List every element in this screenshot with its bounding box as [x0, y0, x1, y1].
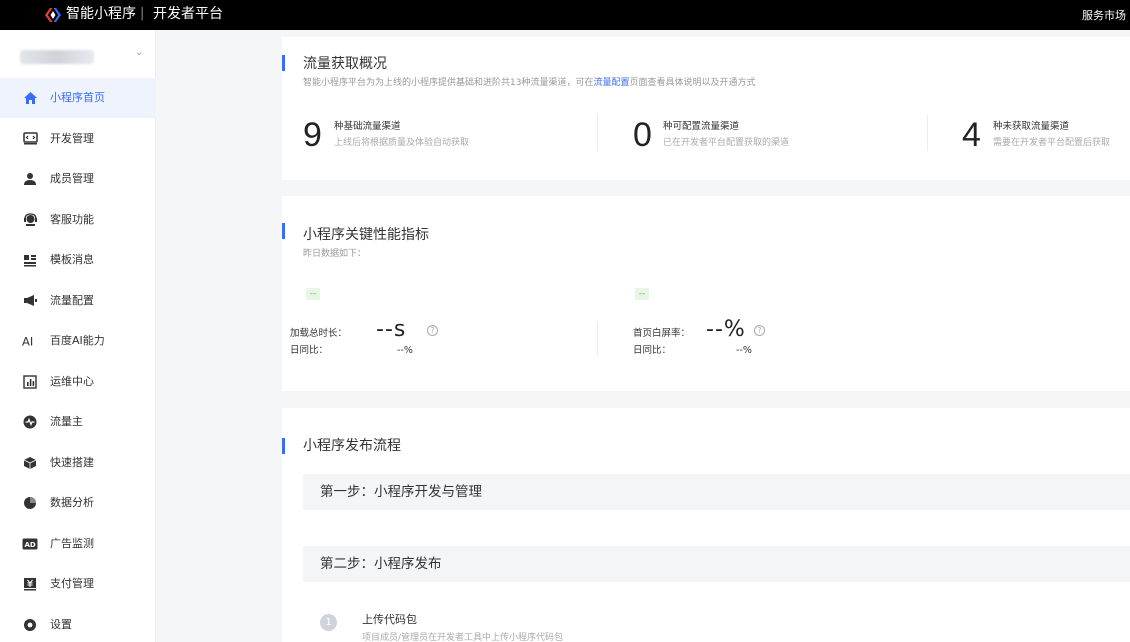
performance-title: 小程序关键性能指标	[303, 227, 429, 243]
sidebar-item-2[interactable]: 成员管理	[0, 159, 156, 199]
load-time-tag: --	[306, 288, 320, 300]
stat-divider	[597, 115, 598, 151]
sidebar-item-label: 流量主	[50, 415, 83, 428]
basic-channel-count: 9	[303, 116, 322, 154]
sidebar-item-label: 快速搭建	[50, 455, 94, 469]
sidebar-item-13[interactable]: 设置	[0, 605, 156, 642]
sidebar-item-3[interactable]: 客服功能	[0, 200, 156, 240]
svg-text:AD: AD	[25, 541, 36, 549]
load-time-label: 加载总时长：	[290, 328, 348, 339]
unobtained-channel-desc: 需要在开发者平台配置后获取	[993, 138, 1111, 148]
white-screen-value: --%	[706, 317, 746, 342]
smart-program-logo-icon[interactable]	[44, 7, 62, 23]
basic-channel-desc: 上线后将根据质量及体验自动获取	[334, 138, 470, 148]
configurable-channel-title: 种可配置流量渠道	[663, 121, 740, 132]
sidebar-item-9[interactable]: 快速搭建	[0, 443, 156, 483]
performance-card: 小程序关键性能指标 昨日数据如下： -- 加载总时长： --s ? 日同比： -…	[282, 196, 1130, 391]
stat-divider	[927, 115, 928, 151]
chevron-down-icon[interactable]: ⌄	[135, 47, 143, 58]
template-icon	[22, 252, 38, 268]
app-switcher[interactable]: ⌄	[0, 44, 156, 74]
sidebar-item-label: 支付管理	[50, 577, 94, 590]
brand-name[interactable]: 智能小程序	[66, 5, 136, 23]
pulse-icon	[22, 414, 38, 430]
sidebar-item-label: 流量配置	[50, 293, 94, 307]
white-screen-dod-value: --%	[736, 345, 752, 356]
sidebar: ⌄ 小程序首页开发管理成员管理客服功能模板消息流量配置 AI 百度AI能力 运维中心流…	[0, 30, 156, 642]
white-screen-label: 首页白屏率：	[633, 328, 691, 339]
service-market-link[interactable]: 服务市场	[1082, 7, 1126, 23]
performance-desc: 昨日数据如下：	[303, 249, 367, 259]
sidebar-item-label: 开发管理	[50, 131, 94, 145]
pie-icon	[22, 495, 38, 511]
load-time-value: --s	[376, 317, 407, 342]
upload-code-desc: 项目成员/管理员在开发者工具中上传小程序代码包	[362, 633, 564, 642]
white-screen-tag: --	[635, 288, 649, 300]
sidebar-item-1[interactable]: 开发管理	[0, 119, 156, 159]
payment-icon	[22, 576, 38, 592]
chart-icon	[22, 374, 38, 390]
configurable-channel-desc: 已在开发者平台配置获取的渠道	[663, 138, 790, 148]
sidebar-item-7[interactable]: 运维中心	[0, 362, 156, 402]
sidebar-item-4[interactable]: 模板消息	[0, 240, 156, 280]
unobtained-channel-count: 4	[962, 116, 981, 154]
unobtained-channel-title: 种未获取流量渠道	[993, 121, 1070, 132]
card-accent-bar	[282, 55, 285, 71]
code-icon	[22, 131, 38, 147]
step-one-panel[interactable]: 第一步：小程序开发与管理	[303, 474, 1130, 510]
sidebar-item-label: 模板消息	[50, 253, 94, 266]
home-icon	[22, 90, 38, 106]
step-two-label: 第二步：小程序发布	[320, 556, 442, 572]
sidebar-item-label: 小程序首页	[50, 91, 105, 104]
sidebar-item-label: 设置	[50, 617, 72, 631]
help-icon[interactable]: ?	[427, 325, 438, 336]
ai-icon: AI	[22, 333, 38, 349]
white-screen-dod-label: 日同比：	[633, 345, 672, 356]
card-accent-bar	[282, 223, 285, 239]
cube-icon	[22, 455, 38, 471]
step-one-label: 第一步：小程序开发与管理	[320, 484, 482, 500]
traffic-overview-card: 流量获取概况 智能小程序平台为为上线的小程序提供基础和进阶共13种流量渠道，可在…	[282, 37, 1130, 180]
traffic-overview-title: 流量获取概况	[303, 56, 387, 72]
sidebar-item-11[interactable]: AD 广告监测	[0, 524, 156, 564]
sub-step-number: 1	[320, 614, 337, 631]
top-bar: 智能小程序 | 开发者平台 服务市场	[0, 0, 1130, 30]
user-icon	[22, 171, 38, 187]
sidebar-item-0[interactable]: 小程序首页	[0, 78, 156, 118]
metric-divider	[597, 323, 598, 356]
sidebar-item-6[interactable]: AI 百度AI能力	[0, 321, 156, 361]
megaphone-icon	[22, 293, 38, 309]
load-time-dod-value: --%	[397, 345, 413, 356]
platform-name: 开发者平台	[153, 6, 223, 22]
sidebar-item-10[interactable]: 数据分析	[0, 483, 156, 523]
brand-separator: |	[140, 6, 145, 21]
basic-channel-title: 种基础流量渠道	[334, 121, 401, 132]
sidebar-item-label: 成员管理	[50, 172, 94, 185]
upload-code-title: 上传代码包	[362, 613, 417, 626]
svg-text:AI: AI	[22, 334, 33, 348]
load-time-dod-label: 日同比：	[290, 345, 329, 356]
publish-flow-card: 小程序发布流程 第一步：小程序开发与管理 第二步：小程序发布 1 上传代码包 项…	[282, 408, 1130, 642]
sidebar-item-label: 数据分析	[50, 496, 94, 509]
traffic-overview-desc: 智能小程序平台为为上线的小程序提供基础和进阶共13种流量渠道，可在流量配置页面查…	[303, 78, 756, 88]
app-name-redacted	[20, 50, 94, 64]
traffic-config-link[interactable]: 流量配置	[593, 78, 629, 88]
publish-flow-title: 小程序发布流程	[303, 438, 401, 454]
sidebar-item-label: 客服功能	[50, 212, 94, 226]
configurable-channel-count: 0	[633, 116, 652, 154]
ad-icon: AD	[22, 536, 38, 552]
sidebar-item-label: 运维中心	[50, 374, 94, 388]
gear-icon	[22, 617, 38, 633]
card-accent-bar	[282, 438, 285, 454]
sidebar-item-label: 广告监测	[50, 536, 94, 550]
step-two-panel[interactable]: 第二步：小程序发布	[303, 546, 1130, 582]
sidebar-item-8[interactable]: 流量主	[0, 402, 156, 442]
sidebar-item-5[interactable]: 流量配置	[0, 281, 156, 321]
headset-icon	[22, 212, 38, 228]
sidebar-item-12[interactable]: 支付管理	[0, 564, 156, 604]
help-icon[interactable]: ?	[754, 325, 765, 336]
sidebar-item-label: 百度AI能力	[50, 334, 105, 347]
